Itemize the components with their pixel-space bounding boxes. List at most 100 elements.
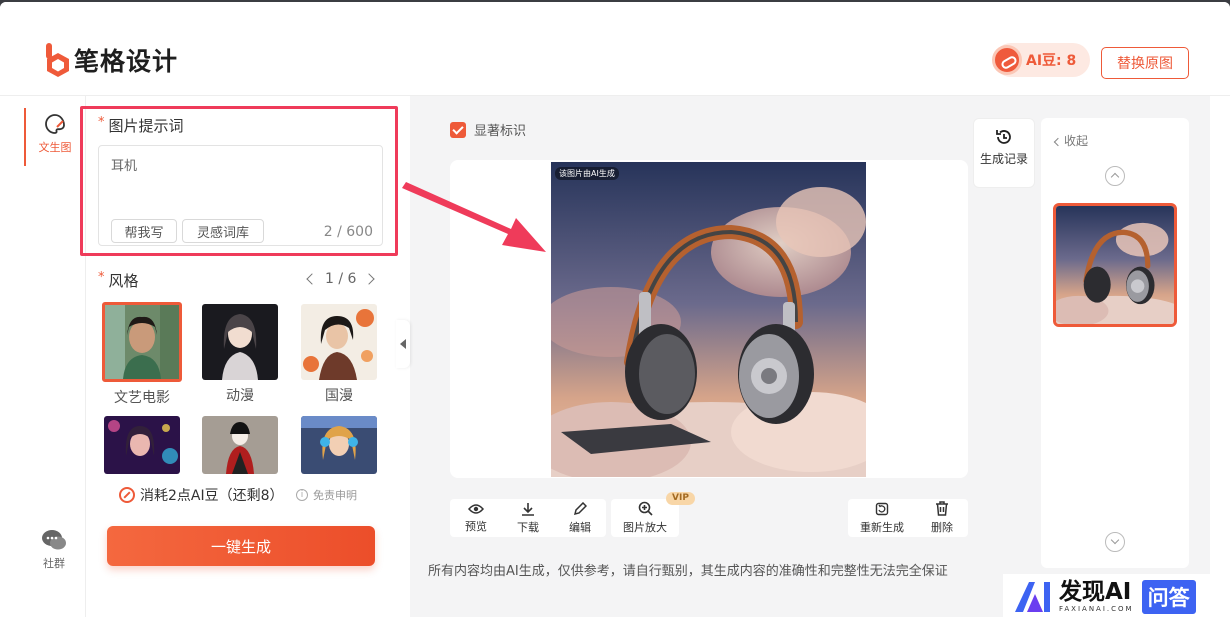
style-portrait-image xyxy=(301,416,377,474)
scroll-down-icon[interactable] xyxy=(1105,532,1125,552)
zoom-in-icon xyxy=(638,501,653,516)
chevron-left-icon xyxy=(1053,137,1063,147)
watermark-domain: FAXIANAI.COM xyxy=(1059,604,1134,613)
replace-original-button[interactable]: 替换原图 xyxy=(1101,47,1189,79)
prompt-title: * 图片提示词 xyxy=(98,115,184,136)
download-button[interactable]: 下载 xyxy=(502,499,554,537)
info-icon: i xyxy=(296,489,308,501)
next-page-icon[interactable] xyxy=(363,273,376,285)
headphones-thumbnail-image xyxy=(1056,206,1174,324)
style-pager: 1 / 6 xyxy=(306,271,376,287)
style-label: 动漫 xyxy=(226,388,254,404)
ai-bean-icon xyxy=(119,487,135,503)
collapse-history-link[interactable]: 收起 xyxy=(1053,132,1088,149)
delete-button[interactable]: 删除 xyxy=(916,499,968,537)
char-counter: 2 / 600 xyxy=(323,224,373,240)
collapse-panel-handle[interactable] xyxy=(396,320,410,368)
required-mark: * xyxy=(98,115,105,130)
image-toolbar-right: 重新生成 删除 xyxy=(848,499,968,537)
download-icon xyxy=(522,502,534,516)
rail-item-text-to-image[interactable]: 文生图 xyxy=(24,108,84,166)
tool-label: 预览 xyxy=(465,519,487,533)
site-watermark: 发现AI FAXIANAI.COM 问答 xyxy=(1003,574,1230,617)
style-label: 国漫 xyxy=(325,388,353,404)
prompt-textarea[interactable]: 耳机 帮我写 灵感词库 2 / 600 xyxy=(98,145,383,246)
edit-button[interactable]: 编辑 xyxy=(554,499,606,537)
required-mark: * xyxy=(98,270,105,285)
pencil-icon xyxy=(573,501,587,515)
style-thumb xyxy=(202,304,278,380)
collapse-left-icon xyxy=(400,339,406,349)
rail-item-label: 文生图 xyxy=(38,141,72,154)
ai-beans-label: AI豆: 8 xyxy=(1026,53,1077,69)
ai-content-disclaimer: 所有内容均由AI生成，仅供参考，请自行甄别，其生成内容的准确性和完整性无法完全保… xyxy=(428,564,948,579)
upscale-button[interactable]: 图片放大 xyxy=(611,499,679,537)
history-thumbnail[interactable] xyxy=(1053,203,1177,327)
history-sidebar: 收起 xyxy=(1041,118,1189,568)
eye-icon xyxy=(468,503,484,514)
style-label: 文艺电影 xyxy=(114,390,170,406)
style-option-film[interactable]: 文艺电影 xyxy=(102,302,182,407)
brand-mark-icon xyxy=(46,43,69,77)
style-option-6[interactable] xyxy=(299,416,379,474)
style-portrait-image xyxy=(202,416,278,474)
regenerate-button[interactable]: 重新生成 xyxy=(848,499,916,537)
style-thumb xyxy=(301,416,377,474)
checkbox-checked-icon[interactable] xyxy=(450,121,466,138)
style-portrait-image xyxy=(104,416,180,474)
history-button[interactable]: 生成记录 xyxy=(973,118,1035,188)
rail-item-community[interactable]: 社群 xyxy=(24,528,84,578)
tool-label: 重新生成 xyxy=(860,520,904,534)
style-portrait-image xyxy=(105,305,179,379)
generated-image[interactable]: 该图片由AI生成 xyxy=(551,162,866,477)
style-title-text: 风格 xyxy=(108,272,139,290)
style-thumb xyxy=(102,302,182,382)
cost-text: 消耗2点AI豆（还剩8） xyxy=(140,488,284,504)
scroll-up-icon[interactable] xyxy=(1105,166,1125,186)
image-toolbar-left: 预览 下载 编辑 xyxy=(450,499,606,537)
rail-item-label: 社群 xyxy=(43,557,65,570)
style-thumb xyxy=(301,304,377,380)
prompt-title-text: 图片提示词 xyxy=(108,117,184,135)
headphones-image xyxy=(551,162,866,477)
style-option-4[interactable] xyxy=(102,416,182,474)
watermark-toggle[interactable]: 显著标识 xyxy=(450,120,526,139)
style-thumb xyxy=(104,416,180,474)
brand-name: 笔格设计 xyxy=(74,47,179,76)
style-option-5[interactable] xyxy=(200,416,280,474)
ai-generated-badge: 该图片由AI生成 xyxy=(555,167,619,180)
tool-label: 编辑 xyxy=(569,520,591,534)
chat-bubbles-icon xyxy=(42,530,66,550)
watermark-label: 显著标识 xyxy=(474,124,527,139)
left-rail: 文生图 社群 xyxy=(0,96,86,617)
vip-badge: VIP xyxy=(666,492,695,505)
ai-beans-balance[interactable]: AI豆: 8 xyxy=(992,43,1090,77)
style-option-anime[interactable]: 动漫 xyxy=(200,304,280,405)
brand-logo[interactable]: 笔格设计 xyxy=(45,42,178,78)
style-option-guoman[interactable]: 国漫 xyxy=(299,304,379,405)
inspiration-library-button[interactable]: 灵感词库 xyxy=(182,219,264,243)
top-header: 笔格设计 AI豆: 8 替换原图 xyxy=(0,2,1230,96)
style-portrait-image xyxy=(301,304,377,380)
page-indicator: 1 / 6 xyxy=(325,271,357,287)
tool-label: 删除 xyxy=(931,521,953,534)
history-label: 生成记录 xyxy=(979,152,1028,166)
style-portrait-image xyxy=(202,304,278,380)
style-thumb xyxy=(202,416,278,474)
trash-icon xyxy=(936,501,948,516)
disclaimer-text: 免责申明 xyxy=(313,489,357,502)
prompt-value: 耳机 xyxy=(111,159,138,174)
preview-button[interactable]: 预览 xyxy=(450,499,502,537)
tool-label: 图片放大 xyxy=(623,521,667,534)
generate-button[interactable]: 一键生成 xyxy=(107,526,375,566)
watermark-name: 发现AI xyxy=(1059,578,1132,605)
regenerate-icon xyxy=(875,502,889,515)
history-icon xyxy=(996,130,1011,144)
style-title: * 风格 xyxy=(98,270,139,291)
help-me-write-button[interactable]: 帮我写 xyxy=(111,219,177,243)
prev-page-icon[interactable] xyxy=(306,273,318,285)
app-window: 笔格设计 AI豆: 8 替换原图 文生图 社群 * 图片提示词 耳机 帮我写 灵… xyxy=(0,2,1230,617)
disclaimer-link[interactable]: i 免责申明 xyxy=(296,487,357,503)
image-toolbar-upscale: 图片放大 xyxy=(611,499,679,537)
watermark-badge: 问答 xyxy=(1141,579,1196,614)
